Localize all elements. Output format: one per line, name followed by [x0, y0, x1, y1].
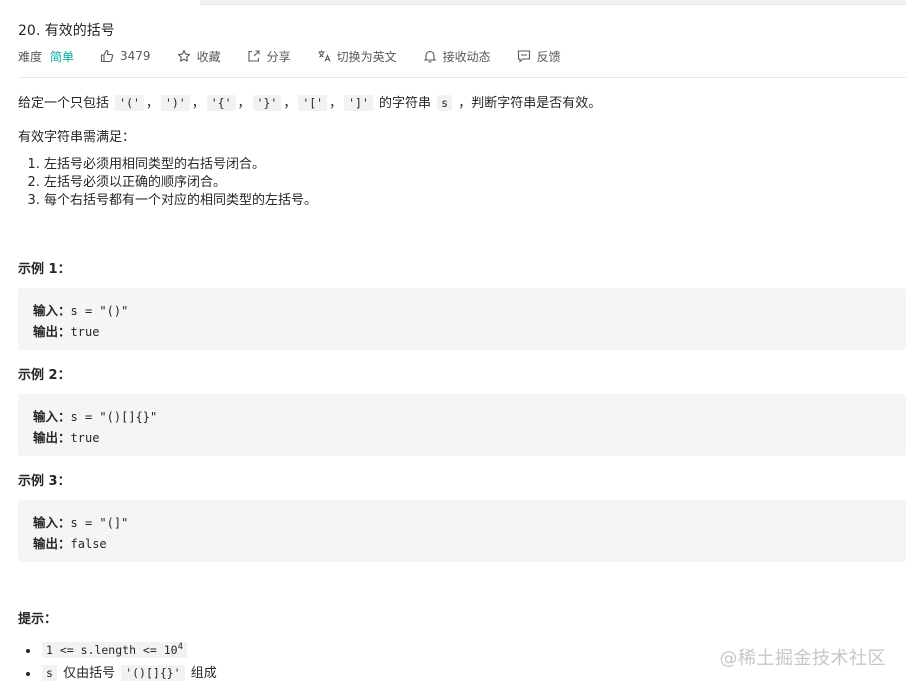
char-open-brace: '{'	[206, 95, 236, 111]
char-open-paren: '('	[115, 95, 144, 111]
hints-list: 1 <= s.length <= 104 s 仅由括号 '()[]{}' 组成	[22, 636, 217, 685]
intro-suffix: ，判断字符串是否有效。	[454, 96, 602, 111]
top-divider	[200, 0, 906, 5]
share-icon	[248, 50, 260, 62]
subscribe-button[interactable]: 接收动态	[423, 48, 491, 65]
intro-paragraph: 给定一个只包括 '('， ')'， '{'， '}'， '['， ']' 的字符串 s ，…	[18, 95, 602, 111]
rule-item: 左括号必须以正确的顺序闭合。	[44, 174, 317, 192]
char-close-bracket: ']'	[344, 95, 373, 111]
switch-english-label: 切换为英文	[336, 49, 397, 64]
difficulty-badge: 简单	[50, 49, 75, 64]
var-s: s	[437, 95, 453, 111]
hint-item: s 仅由括号 '()[]{}' 组成	[40, 662, 217, 685]
bell-icon	[423, 50, 436, 63]
thumb-up-icon	[100, 49, 114, 63]
translate-icon	[318, 50, 331, 62]
example-1-code: 输入：s = "()" 输出：true	[18, 288, 906, 350]
output-label: 输出：	[33, 430, 71, 445]
like-count: 3479	[120, 49, 151, 63]
hint-item: 1 <= s.length <= 104	[40, 636, 217, 662]
intro-mid: 的字符串	[374, 96, 436, 111]
input-label: 输入：	[33, 515, 71, 530]
constraint-exponent: 4	[177, 642, 183, 652]
hint-text: 仅由括号	[58, 665, 120, 681]
example-1-input: s = "()"	[70, 304, 129, 318]
example-2-title: 示例 2：	[18, 368, 71, 383]
requirement-heading: 有效字符串需满足：	[18, 130, 136, 145]
star-icon	[177, 49, 190, 62]
example-3-input: s = "(]"	[70, 516, 129, 530]
example-2-output: true	[70, 431, 100, 445]
var-s: s	[42, 664, 57, 681]
difficulty-label: 难度	[18, 49, 43, 64]
output-label: 输出：	[33, 536, 71, 551]
example-2-code: 输入：s = "()[]{}" 输出：true	[18, 394, 906, 456]
header-divider	[18, 77, 906, 78]
char-close-paren: ')'	[160, 95, 190, 111]
example-3-output: false	[70, 537, 107, 551]
rule-item: 左括号必须用相同类型的右括号闭合。	[44, 156, 317, 174]
hints-heading: 提示：	[18, 612, 58, 627]
char-open-bracket: '['	[298, 95, 328, 111]
share-button[interactable]: 分享	[247, 48, 291, 65]
favorite-button[interactable]: 收藏	[177, 48, 221, 65]
problem-title: 20. 有效的括号	[18, 23, 115, 39]
output-label: 输出：	[33, 324, 71, 339]
problem-meta-bar: 难度 简单 3479 收藏 分享 切换为英文 接收动态 反馈	[18, 47, 587, 65]
rule-item: 每个右括号都有一个对应的相同类型的左括号。	[44, 192, 317, 210]
constraint-text: 1 <= s.length <= 10	[46, 642, 178, 657]
subscribe-label: 接收动态	[442, 49, 491, 64]
like-button[interactable]: 3479	[100, 49, 151, 63]
share-label: 分享	[266, 49, 291, 64]
rules-list: 左括号必须用相同类型的右括号闭合。 左括号必须以正确的顺序闭合。 每个右括号都有…	[28, 156, 317, 210]
example-3-code: 输入：s = "(]" 输出：false	[18, 500, 906, 562]
intro-prefix: 给定一个只包括	[18, 96, 114, 111]
input-label: 输入：	[33, 409, 71, 424]
input-label: 输入：	[33, 303, 71, 318]
example-3-title: 示例 3：	[18, 474, 71, 489]
watermark: @稀土掘金技术社区	[719, 648, 886, 669]
example-2-input: s = "()[]{}"	[70, 410, 158, 424]
feedback-label: 反馈	[536, 49, 561, 64]
char-close-brace: '}'	[252, 95, 282, 111]
switch-english-button[interactable]: 切换为英文	[317, 48, 397, 65]
feedback-icon	[517, 50, 530, 63]
favorite-label: 收藏	[196, 49, 221, 64]
bracket-set: '()[]{}'	[121, 664, 185, 681]
example-1-title: 示例 1：	[18, 262, 71, 277]
hint-text-suffix: 组成	[186, 665, 217, 681]
example-1-output: true	[70, 325, 100, 339]
length-constraint: 1 <= s.length <= 104	[42, 641, 187, 658]
feedback-button[interactable]: 反馈	[517, 48, 561, 65]
